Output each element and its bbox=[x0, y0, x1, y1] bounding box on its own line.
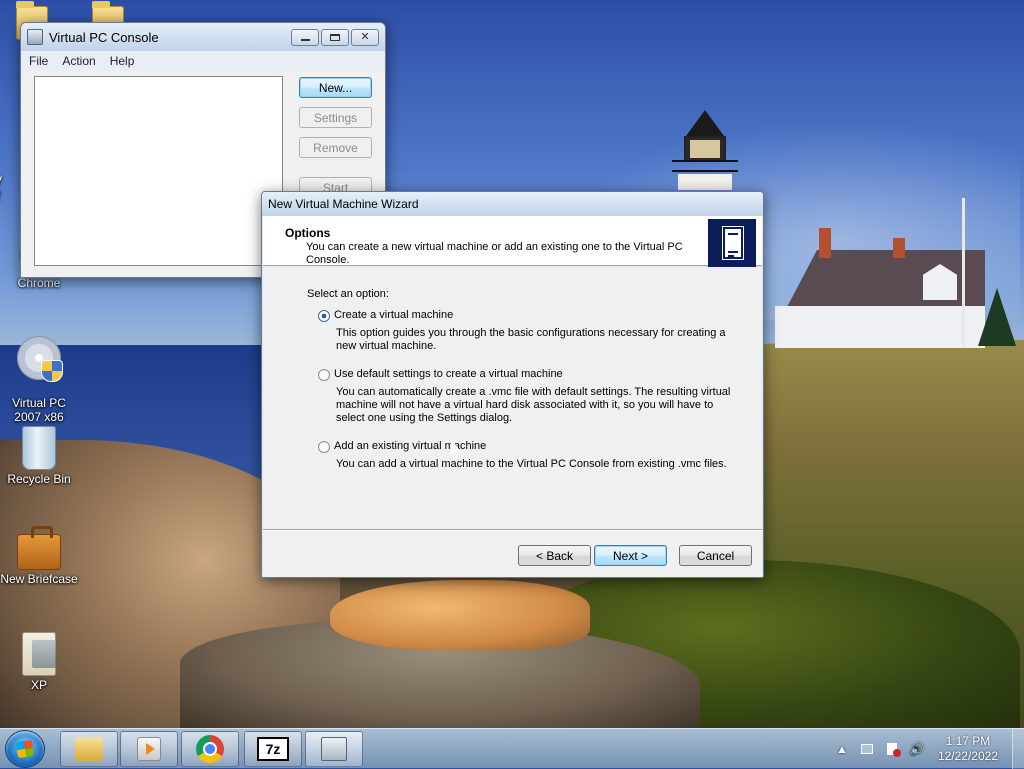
desktop-icon-virtual-pc[interactable]: Virtual PC 2007 x86 bbox=[0, 322, 79, 424]
virtual-pc-app-icon bbox=[27, 29, 43, 45]
desktop-icon-label: Virtual PC 2007 x86 bbox=[12, 396, 66, 424]
virtual-pc-installer-icon bbox=[17, 336, 63, 382]
restore-icon bbox=[330, 33, 340, 41]
desktop-icon-new-briefcase[interactable]: New Briefcase bbox=[0, 526, 79, 586]
action-center-icon[interactable] bbox=[884, 741, 901, 757]
taskbar-media-player[interactable] bbox=[120, 731, 178, 767]
desktop-icon-label: V 2 bbox=[0, 174, 2, 202]
cancel-button[interactable]: Cancel bbox=[679, 545, 752, 566]
console-menubar: File Action Help bbox=[21, 51, 385, 71]
wizard-header: Options You can create a new virtual mac… bbox=[263, 216, 762, 267]
file-explorer-icon bbox=[75, 737, 103, 761]
desktop-icon-recycle-bin[interactable]: Recycle Bin bbox=[0, 426, 79, 486]
menu-action[interactable]: Action bbox=[62, 54, 95, 68]
console-title: Virtual PC Console bbox=[49, 29, 159, 45]
close-button[interactable]: ✕ bbox=[351, 28, 379, 46]
wizard-header-description: You can create a new virtual machine or … bbox=[306, 241, 683, 266]
radio-default-settings[interactable] bbox=[318, 369, 330, 381]
next-button[interactable]: Next > bbox=[594, 545, 667, 566]
show-hidden-icons-icon[interactable]: ▲ bbox=[834, 741, 850, 757]
volume-icon[interactable]: 🔊 bbox=[909, 741, 925, 757]
taskbar-file-explorer[interactable] bbox=[60, 731, 118, 767]
option-description: You can automatically create a .vmc file… bbox=[336, 386, 731, 424]
briefcase-icon bbox=[17, 526, 61, 570]
desktop-icon-xp[interactable]: XP bbox=[0, 632, 79, 692]
maximize-button[interactable] bbox=[321, 28, 349, 46]
house-image bbox=[775, 228, 985, 348]
desktop-icon-label: New Briefcase bbox=[0, 572, 78, 586]
wizard-divider bbox=[263, 529, 762, 531]
taskbar-virtual-pc[interactable] bbox=[305, 731, 363, 767]
7zip-label: 7z bbox=[265, 741, 281, 757]
close-icon: ✕ bbox=[360, 30, 370, 43]
virtual-machine-icon bbox=[708, 219, 756, 267]
chrome-icon bbox=[196, 735, 224, 763]
virtual-machine-list[interactable] bbox=[34, 76, 283, 266]
system-tray: ▲ 🔊 1:17 PM 12/22/2022 bbox=[834, 729, 1024, 769]
wizard-header-title: Options bbox=[285, 226, 331, 240]
remove-button[interactable]: Remove bbox=[299, 137, 372, 158]
media-player-icon bbox=[137, 737, 161, 761]
desktop-icon-label: XP bbox=[30, 678, 47, 692]
network-icon[interactable] bbox=[859, 741, 875, 757]
new-vm-wizard-dialog[interactable]: New Virtual Machine Wizard Options You c… bbox=[261, 191, 764, 578]
option-label: Add an existing virtual machine bbox=[334, 440, 487, 452]
menu-help[interactable]: Help bbox=[110, 54, 135, 68]
wizard-titlebar[interactable]: New Virtual Machine Wizard bbox=[262, 192, 763, 216]
lighthouse-image bbox=[672, 100, 738, 190]
taskbar-7zip[interactable]: 7z bbox=[244, 731, 302, 767]
xp-folder-icon bbox=[22, 632, 56, 676]
option-description: This option guides you through the basic… bbox=[336, 327, 726, 352]
show-desktop-button[interactable] bbox=[1012, 729, 1024, 769]
virtual-pc-icon bbox=[321, 737, 347, 761]
new-button[interactable]: New... bbox=[299, 77, 372, 98]
taskbar-clock[interactable]: 1:17 PM 12/22/2022 bbox=[938, 734, 998, 764]
option-label: Use default settings to create a virtual… bbox=[334, 368, 563, 380]
recycle-bin-icon bbox=[22, 426, 56, 470]
minimize-icon bbox=[300, 38, 310, 41]
clock-time: 1:17 PM bbox=[945, 734, 991, 748]
select-option-label: Select an option: bbox=[307, 288, 389, 300]
wizard-title: New Virtual Machine Wizard bbox=[268, 197, 419, 211]
wizard-body: Select an option: Create a virtual machi… bbox=[263, 267, 762, 577]
radio-create-vm[interactable] bbox=[318, 310, 330, 322]
back-button[interactable]: < Back bbox=[518, 545, 591, 566]
clock-date: 12/22/2022 bbox=[937, 749, 998, 763]
minimize-button[interactable] bbox=[291, 28, 319, 46]
start-button[interactable] bbox=[6, 731, 44, 767]
option-description: You can add a virtual machine to the Vir… bbox=[336, 458, 727, 470]
menu-file[interactable]: File bbox=[29, 54, 48, 68]
taskbar: 7z ▲ 🔊 1:17 PM 12/22/2022 bbox=[0, 728, 1024, 769]
desktop-icon-label: Chrome bbox=[17, 276, 61, 290]
taskbar-chrome[interactable] bbox=[181, 731, 239, 767]
desktop-icon-label: Recycle Bin bbox=[7, 472, 71, 486]
settings-button[interactable]: Settings bbox=[299, 107, 372, 128]
option-label: Create a virtual machine bbox=[334, 309, 454, 321]
console-titlebar[interactable]: Virtual PC Console ✕ bbox=[21, 23, 385, 51]
radio-add-existing[interactable] bbox=[318, 441, 330, 453]
7zip-icon: 7z bbox=[257, 737, 289, 761]
